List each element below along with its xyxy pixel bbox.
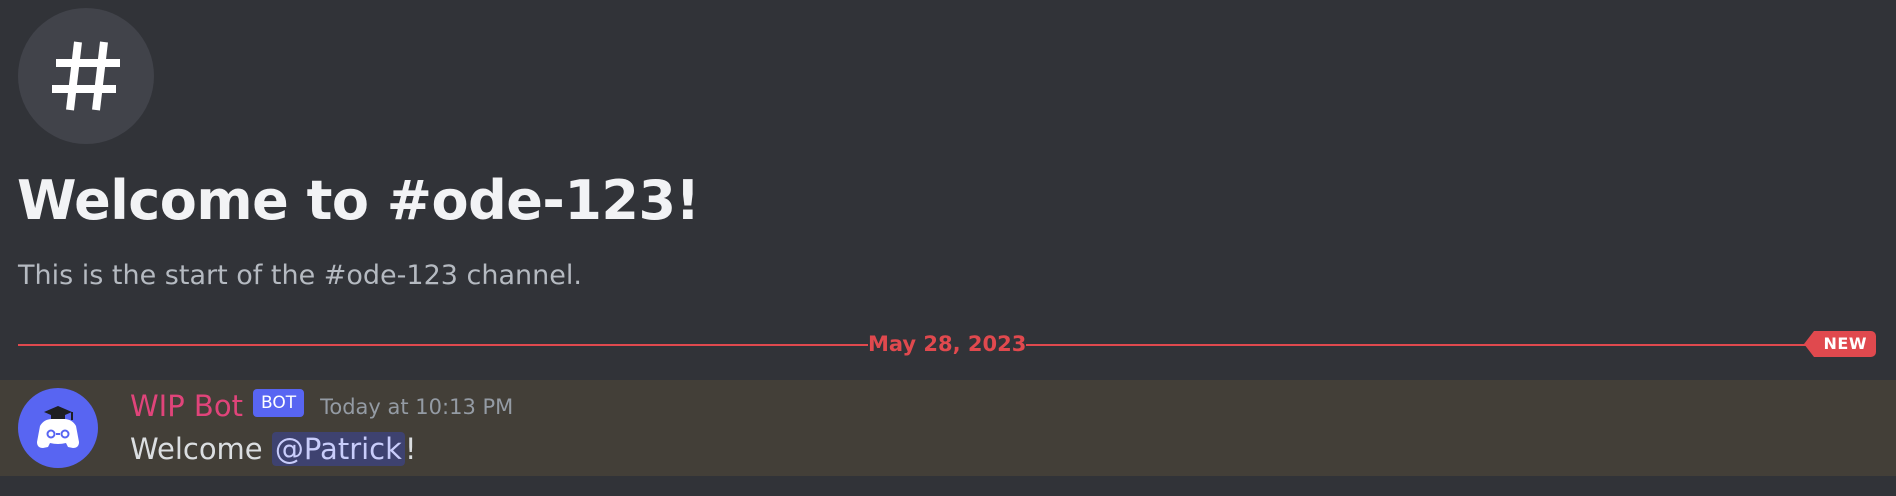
channel-hash-icon: [18, 8, 154, 144]
message-item[interactable]: WIP Bot BOT Today at 10:13 PM Welcome @P…: [0, 380, 1896, 476]
message-text-after: !: [404, 432, 417, 466]
message-content: Welcome @Patrick!: [130, 428, 417, 470]
divider-line-left: [18, 344, 868, 346]
divider-date: May 28, 2023: [868, 332, 1027, 356]
message-header: WIP Bot BOT Today at 10:13 PM: [130, 386, 513, 426]
bot-tag-badge: BOT: [252, 389, 305, 417]
message-text-before: Welcome: [130, 432, 272, 466]
discord-bot-avatar-icon: [37, 406, 79, 448]
message-timestamp[interactable]: Today at 10:13 PM: [320, 387, 513, 427]
new-messages-divider: May 28, 2023 NEW: [18, 331, 1876, 357]
new-messages-badge[interactable]: NEW: [1803, 331, 1876, 357]
divider-line-right: [1026, 344, 1826, 346]
message-author[interactable]: WIP Bot: [130, 386, 243, 426]
bot-avatar[interactable]: [18, 388, 98, 468]
hash-icon: [52, 41, 120, 111]
user-mention[interactable]: @Patrick: [271, 432, 405, 466]
chat-view: Welcome to #ode-123! This is the start o…: [0, 0, 1896, 496]
channel-welcome-subtitle: This is the start of the #ode-123 channe…: [18, 260, 582, 291]
channel-welcome-title: Welcome to #ode-123!: [17, 169, 700, 232]
